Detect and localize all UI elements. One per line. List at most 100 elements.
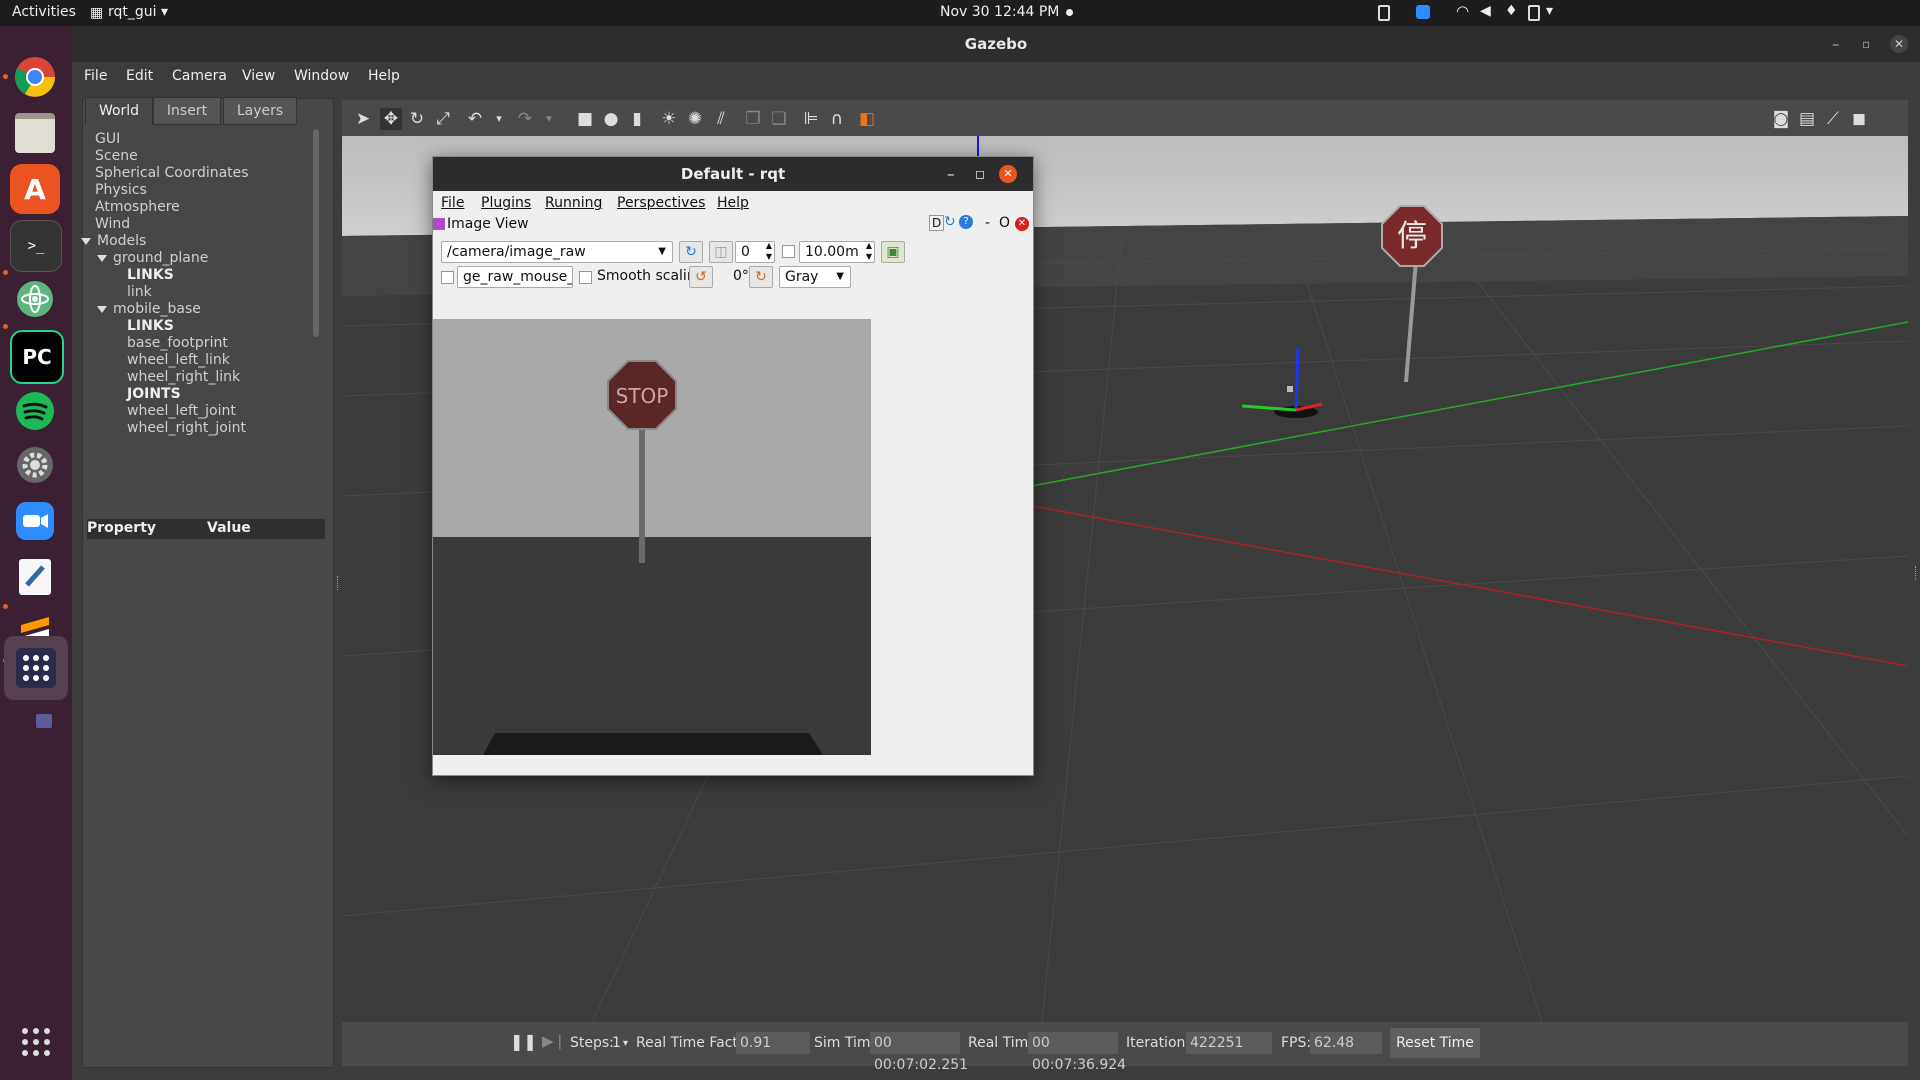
change-view-icon[interactable]: ◧ xyxy=(856,108,878,130)
battery-icon[interactable] xyxy=(1528,5,1540,21)
show-apps-button[interactable] xyxy=(20,1026,52,1062)
undo-icon[interactable]: ↶ xyxy=(464,108,486,130)
tree-item[interactable]: Scene xyxy=(95,148,138,164)
log-icon[interactable]: ▤ xyxy=(1796,108,1818,130)
steps-chevron-icon[interactable]: ▾ xyxy=(623,1038,628,1049)
menu-edit[interactable]: Edit xyxy=(126,68,153,84)
tree-item[interactable]: GUI xyxy=(95,131,120,147)
gazebo-title-bar[interactable]: Gazebo – ▫ ✕ xyxy=(72,26,1920,62)
rotate-mode-icon[interactable]: ↻ xyxy=(406,108,428,130)
dock-terminal[interactable]: >_ xyxy=(10,220,62,272)
mouse-topic-input[interactable]: ge_raw_mouse_left xyxy=(457,266,573,288)
redo-icon[interactable]: ↷ xyxy=(514,108,536,130)
dock-pycharm[interactable]: PC xyxy=(10,330,64,384)
video-record-icon[interactable]: ◼ xyxy=(1848,108,1870,130)
camera-image[interactable]: STOP xyxy=(433,319,871,755)
pause-icon[interactable]: ❚❚ xyxy=(510,1032,537,1051)
expand-triangle-icon[interactable] xyxy=(81,237,91,245)
dock-text-editor[interactable] xyxy=(10,552,60,602)
redo-history-chevron-icon[interactable]: ▾ xyxy=(538,108,560,130)
snap-icon[interactable]: ∩ xyxy=(826,108,848,130)
rotate-left-button[interactable]: ↺ xyxy=(689,266,713,288)
rqt-menu-perspectives[interactable]: Perspectives xyxy=(617,195,705,211)
tree-item[interactable]: link xyxy=(127,284,152,300)
publish-click-checkbox[interactable] xyxy=(441,271,454,284)
tree-item[interactable]: wheel_left_link xyxy=(127,352,230,368)
close-plugin-icon[interactable]: ✕ xyxy=(1015,217,1029,231)
rqt-menu-file[interactable]: File xyxy=(441,195,464,211)
save-image-button[interactable]: ▣ xyxy=(881,241,905,263)
tree-item[interactable]: base_footprint xyxy=(127,335,228,351)
right-splitter-handle[interactable] xyxy=(1915,566,1918,580)
menu-help[interactable]: Help xyxy=(368,68,400,84)
dock-settings[interactable] xyxy=(10,440,60,490)
splitter-handle[interactable] xyxy=(337,576,340,590)
dock-atom[interactable] xyxy=(10,274,60,324)
rqt-menu-running[interactable]: Running xyxy=(545,195,602,211)
spin-arrows-icon[interactable]: ▲ ▼ xyxy=(766,240,772,262)
refresh-topics-button[interactable]: ↻ xyxy=(679,241,703,263)
spot-light-icon[interactable]: ✺ xyxy=(684,108,706,130)
distance-spinbox[interactable]: 10.00m ▲ ▼ xyxy=(799,241,875,263)
spin-box[interactable]: 0 ▲ ▼ xyxy=(735,241,775,263)
paste-icon[interactable]: ❏ xyxy=(768,108,790,130)
tree-scrollbar[interactable] xyxy=(313,129,319,337)
tree-item[interactable]: wheel_left_joint xyxy=(127,403,236,419)
tab-layers[interactable]: Layers xyxy=(223,97,297,125)
rotate-right-button[interactable]: ↻ xyxy=(749,266,773,288)
menu-file[interactable]: File xyxy=(84,68,107,84)
tree-item[interactable]: Models xyxy=(81,233,146,249)
dock-toggle-button[interactable]: D xyxy=(929,215,945,231)
volume-icon[interactable]: ◀ xyxy=(1480,3,1491,19)
select-mode-icon[interactable]: ➤ xyxy=(352,108,374,130)
rqt-menu-help[interactable]: Help xyxy=(717,195,749,211)
screenshot-icon[interactable]: ◙ xyxy=(1770,108,1792,130)
zoom-fit-button[interactable]: ◫ xyxy=(709,241,733,263)
dock-chrome[interactable] xyxy=(10,52,60,102)
close-icon[interactable]: ✕ xyxy=(999,165,1017,183)
reset-time-button[interactable]: Reset Time xyxy=(1390,1028,1480,1058)
topic-selector[interactable]: /camera/image_raw ▼ xyxy=(441,241,673,263)
sphere-shape-icon[interactable]: ● xyxy=(600,108,622,130)
colormap-selector[interactable]: Gray ▼ xyxy=(779,266,851,288)
app-menu[interactable]: rqt_gui ▾ xyxy=(108,4,168,20)
cylinder-shape-icon[interactable]: ▮ xyxy=(626,108,648,130)
maximize-icon[interactable]: ◻ xyxy=(975,157,985,191)
distance-checkbox[interactable] xyxy=(782,245,795,258)
dock-zoom[interactable] xyxy=(10,496,60,546)
menu-window[interactable]: Window xyxy=(294,68,349,84)
minimize-icon[interactable]: – xyxy=(947,157,955,191)
dock-rqt[interactable] xyxy=(4,636,68,700)
activities-button[interactable]: Activities xyxy=(12,4,76,20)
expand-triangle-icon[interactable] xyxy=(97,305,107,313)
tree-item[interactable]: ground_plane xyxy=(97,250,208,266)
tree-item[interactable]: LINKS xyxy=(127,267,174,283)
dock-spotify[interactable] xyxy=(10,386,60,436)
rqt-title-bar[interactable]: Default - rqt – ◻ ✕ xyxy=(433,157,1033,191)
minimize-plugin-icon[interactable]: - xyxy=(985,215,990,231)
scale-mode-icon[interactable]: ⤢ xyxy=(432,108,454,130)
undo-history-chevron-icon[interactable]: ▾ xyxy=(488,108,510,130)
tree-item[interactable]: wheel_right_link xyxy=(127,369,240,385)
align-icon[interactable]: ⊫ xyxy=(800,108,822,130)
box-shape-icon[interactable]: ■ xyxy=(574,108,596,130)
tree-item[interactable]: JOINTS xyxy=(127,386,181,402)
tree-item[interactable]: mobile_base xyxy=(97,301,201,317)
tree-item[interactable]: Wind xyxy=(95,216,130,232)
tab-world[interactable]: World xyxy=(85,97,153,124)
steps-value[interactable]: 1 xyxy=(612,1035,621,1051)
dock-files[interactable] xyxy=(10,108,60,158)
clock[interactable]: Nov 30 12:44 PM xyxy=(940,4,1059,20)
step-icon[interactable]: ▶❘ xyxy=(542,1032,566,1050)
tree-item[interactable]: Physics xyxy=(95,182,147,198)
tree-item[interactable]: Atmosphere xyxy=(95,199,180,215)
directional-light-icon[interactable]: ⫽ xyxy=(710,108,732,130)
window-preview-icon[interactable] xyxy=(36,714,52,728)
rqt-menu-plugins[interactable]: Plugins xyxy=(481,195,531,211)
zoom-tray-icon[interactable] xyxy=(1416,5,1430,19)
microphone-icon[interactable]: ♦ xyxy=(1505,3,1518,19)
dock-software[interactable]: A xyxy=(10,164,60,214)
close-icon[interactable]: ✕ xyxy=(1890,35,1908,53)
tree-item[interactable]: LINKS xyxy=(127,318,174,334)
reload-plugin-icon[interactable]: ↻ xyxy=(944,214,956,230)
